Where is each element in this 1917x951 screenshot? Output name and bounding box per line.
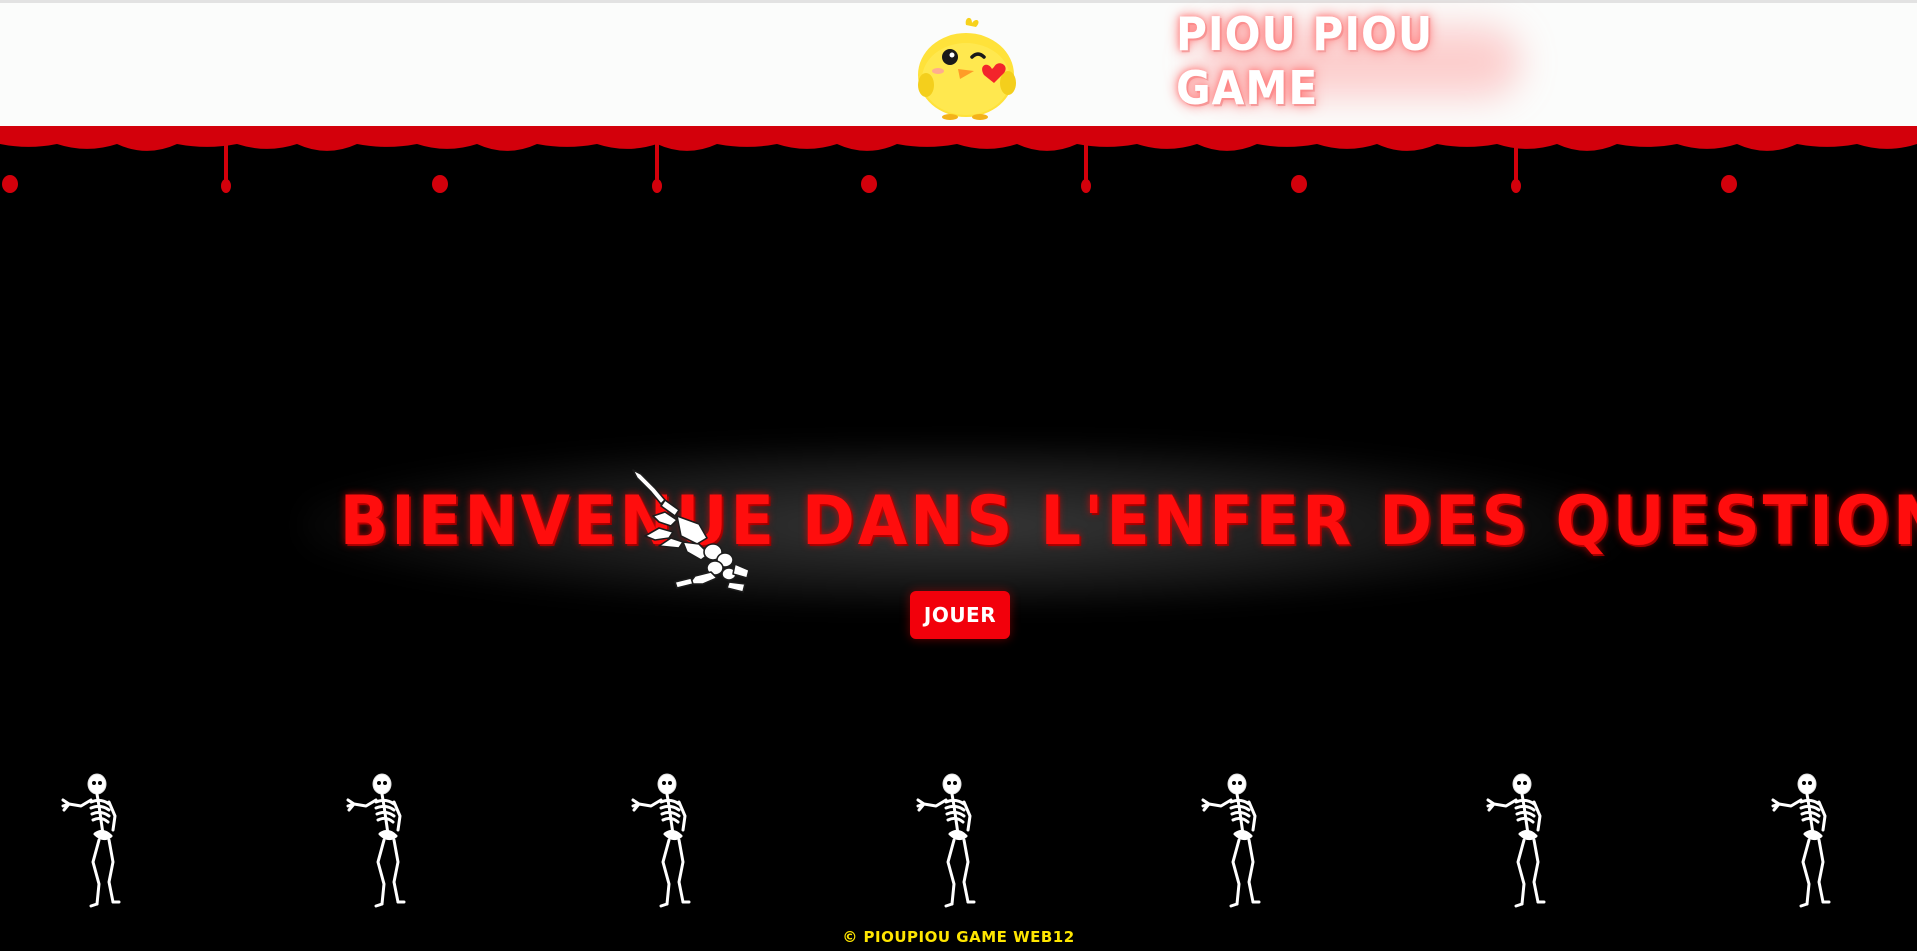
hero-title: BIENVENUE DANS L'ENFER DES QUESTIONS [339, 482, 1917, 561]
blood-drop [221, 144, 231, 193]
blood-drop [432, 175, 448, 193]
skeleton-hand-icon [632, 469, 750, 593]
blood-drop [1721, 175, 1737, 193]
dancing-skeleton-icon [1771, 773, 1831, 908]
chick-mascot-icon[interactable] [914, 15, 1024, 123]
dancing-skeleton-icon [916, 773, 976, 908]
blood-drop [1291, 175, 1307, 193]
footer-copyright: © PIOUPIOU GAME WEB12 [842, 928, 1075, 946]
blood-drop [1081, 144, 1091, 193]
blood-drop [861, 175, 877, 193]
brand: PIOU PIOU GAME [1160, 7, 1560, 115]
site-header: PIOU PIOU GAME [0, 0, 1917, 128]
skeleton-row [0, 770, 1917, 910]
dancing-skeleton-icon [61, 773, 121, 908]
dancing-skeleton-icon [346, 773, 406, 908]
blood-drop [1511, 144, 1521, 193]
play-button[interactable]: JOUER [910, 591, 1010, 639]
dancing-skeleton-icon [631, 773, 691, 908]
blood-drop [652, 144, 662, 193]
brand-title[interactable]: PIOU PIOU GAME [1176, 7, 1544, 115]
dancing-skeleton-icon [1486, 773, 1546, 908]
page: PIOU PIOU GAME BIENVENUE DANS L'ENFER DE… [0, 0, 1917, 951]
blood-drop [2, 175, 18, 193]
blood-drip-decoration [0, 126, 1917, 193]
dancing-skeleton-icon [1201, 773, 1261, 908]
